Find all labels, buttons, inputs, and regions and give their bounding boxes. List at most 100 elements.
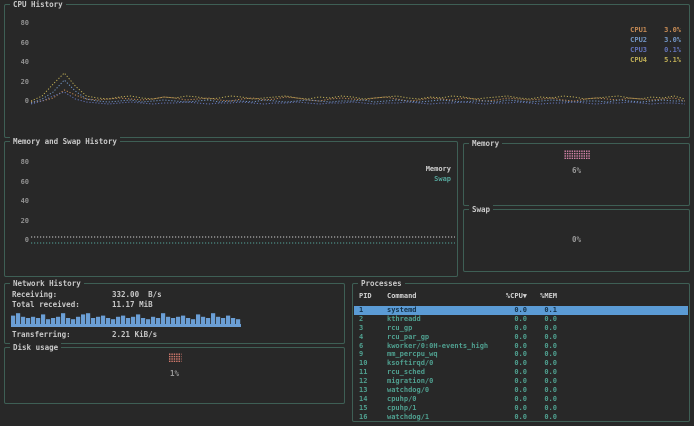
process-cpu-percent: 0.0	[491, 306, 527, 315]
process-mem-percent: 0.0	[527, 315, 557, 324]
process-row[interactable]: 3 rcu_gp 0.0 0.0	[354, 324, 688, 333]
column-header-cpu-sorted[interactable]: %CPU▼	[491, 292, 527, 301]
total-received-label: Total received:	[12, 300, 112, 310]
process-row[interactable]: 6 kworker/0:0H-events_high 0.0 0.0	[354, 342, 688, 351]
memory-gauge-panel: Memory 6%	[463, 143, 690, 206]
memory-usage-dots-icon	[564, 150, 590, 159]
process-command: kworker/0:0H-events_high	[387, 342, 491, 351]
process-command: rcu_sched	[387, 368, 491, 377]
process-pid: 10	[359, 359, 387, 368]
process-command: rcu_par_gp	[387, 333, 491, 342]
memory-swap-history-panel: Memory and Swap History 806040200 Memory…	[4, 141, 458, 277]
receiving-value: 332.00 B/s	[112, 290, 162, 300]
network-history-chart	[11, 311, 241, 327]
process-command: cpuhp/1	[387, 404, 491, 413]
process-pid: 14	[359, 395, 387, 404]
process-command: mm_percpu_wq	[387, 350, 491, 359]
process-mem-percent: 0.0	[527, 324, 557, 333]
network-transfer-line: Transferring: 2.21 KiB/s	[12, 330, 340, 340]
process-command: kthreadd	[387, 315, 491, 324]
cpu-y-axis: 806040200	[13, 19, 29, 111]
swap-usage-percent: 0%	[464, 235, 689, 244]
process-mem-percent: 0.0	[527, 350, 557, 359]
cpu-history-chart	[31, 17, 685, 109]
column-header-mem[interactable]: %MEM	[527, 292, 557, 301]
process-cpu-percent: 0.0	[491, 377, 527, 386]
memory-swap-legend-item: Swap	[426, 174, 451, 184]
process-cpu-percent: 0.0	[491, 404, 527, 413]
processes-title: Processes	[358, 278, 405, 289]
system-monitor-screen: CPU History 806040200 CPU13.0%CPU23.0%CP…	[0, 0, 694, 426]
process-cpu-percent: 0.0	[491, 350, 527, 359]
process-row[interactable]: 10 ksoftirqd/0 0.0 0.0	[354, 359, 688, 368]
process-row[interactable]: 2 kthreadd 0.0 0.0	[354, 315, 688, 324]
process-row[interactable]: 13 watchdog/0 0.0 0.0	[354, 386, 688, 395]
cpu-legend-item: CPU45.1%	[630, 55, 681, 65]
swap-gauge-panel: Swap 0%	[463, 209, 690, 272]
process-pid: 9	[359, 350, 387, 359]
memory-swap-legend-item: Memory	[426, 164, 451, 174]
y-axis-tick: 80	[21, 19, 29, 27]
process-row[interactable]: 9 mm_percpu_wq 0.0 0.0	[354, 350, 688, 359]
y-axis-tick: 20	[21, 217, 29, 225]
process-command: migration/0	[387, 377, 491, 386]
disk-usage-percent: 1%	[5, 369, 344, 378]
y-axis-tick: 40	[21, 58, 29, 66]
process-command: watchdog/0	[387, 386, 491, 395]
process-pid: 16	[359, 413, 387, 422]
process-row[interactable]: 16 watchdog/1 0.0 0.0	[354, 413, 688, 422]
process-cpu-percent: 0.0	[491, 315, 527, 324]
process-cpu-percent: 0.0	[491, 359, 527, 368]
process-mem-percent: 0.0	[527, 368, 557, 377]
memory-swap-history-title: Memory and Swap History	[10, 136, 120, 147]
process-mem-percent: 0.1	[527, 306, 557, 315]
y-axis-tick: 0	[25, 97, 29, 105]
process-command: cpuhp/0	[387, 395, 491, 404]
memory-usage-percent: 6%	[464, 166, 689, 175]
column-header-command[interactable]: Command	[387, 292, 491, 301]
process-command: watchdog/1	[387, 413, 491, 422]
column-header-pid[interactable]: PID	[359, 292, 387, 301]
cpu-legend-item: CPU13.0%	[630, 25, 681, 35]
process-pid: 12	[359, 377, 387, 386]
cpu-legend-item: CPU30.1%	[630, 45, 681, 55]
process-row[interactable]: 14 cpuhp/0 0.0 0.0	[354, 395, 688, 404]
process-mem-percent: 0.0	[527, 333, 557, 342]
network-history-panel: Network History Receiving: 332.00 B/s To…	[4, 283, 345, 344]
process-cpu-percent: 0.0	[491, 413, 527, 422]
transferring-label: Transferring:	[12, 330, 112, 340]
process-mem-percent: 0.0	[527, 386, 557, 395]
process-row[interactable]: 11 rcu_sched 0.0 0.0	[354, 368, 688, 377]
y-axis-tick: 60	[21, 178, 29, 186]
process-row[interactable]: 4 rcu_par_gp 0.0 0.0	[354, 333, 688, 342]
process-mem-percent: 0.0	[527, 404, 557, 413]
process-cpu-percent: 0.0	[491, 324, 527, 333]
process-pid: 15	[359, 404, 387, 413]
process-pid: 6	[359, 342, 387, 351]
y-axis-tick: 40	[21, 197, 29, 205]
disk-usage-panel: Disk usage 1%	[4, 347, 345, 404]
memory-swap-y-axis: 806040200	[13, 158, 29, 250]
process-command: systemd	[387, 306, 491, 315]
process-row[interactable]: 12 migration/0 0.0 0.0	[354, 377, 688, 386]
process-pid: 4	[359, 333, 387, 342]
network-receiving-line: Receiving: 332.00 B/s	[12, 290, 340, 300]
memory-swap-history-chart	[31, 156, 455, 248]
process-row[interactable]: 15 cpuhp/1 0.0 0.0	[354, 404, 688, 413]
cpu-history-title: CPU History	[10, 0, 66, 10]
process-pid: 2	[359, 315, 387, 324]
swap-gauge-title: Swap	[469, 204, 493, 215]
process-row[interactable]: 1 systemd 0.0 0.1	[354, 306, 688, 315]
y-axis-tick: 20	[21, 78, 29, 86]
process-pid: 1	[359, 306, 387, 315]
process-mem-percent: 0.0	[527, 377, 557, 386]
process-cpu-percent: 0.0	[491, 386, 527, 395]
y-axis-tick: 80	[21, 158, 29, 166]
network-history-title: Network History	[10, 278, 84, 289]
memory-gauge-title: Memory	[469, 138, 502, 149]
process-cpu-percent: 0.0	[491, 333, 527, 342]
process-cpu-percent: 0.0	[491, 368, 527, 377]
process-pid: 11	[359, 368, 387, 377]
process-mem-percent: 0.0	[527, 413, 557, 422]
process-pid: 3	[359, 324, 387, 333]
